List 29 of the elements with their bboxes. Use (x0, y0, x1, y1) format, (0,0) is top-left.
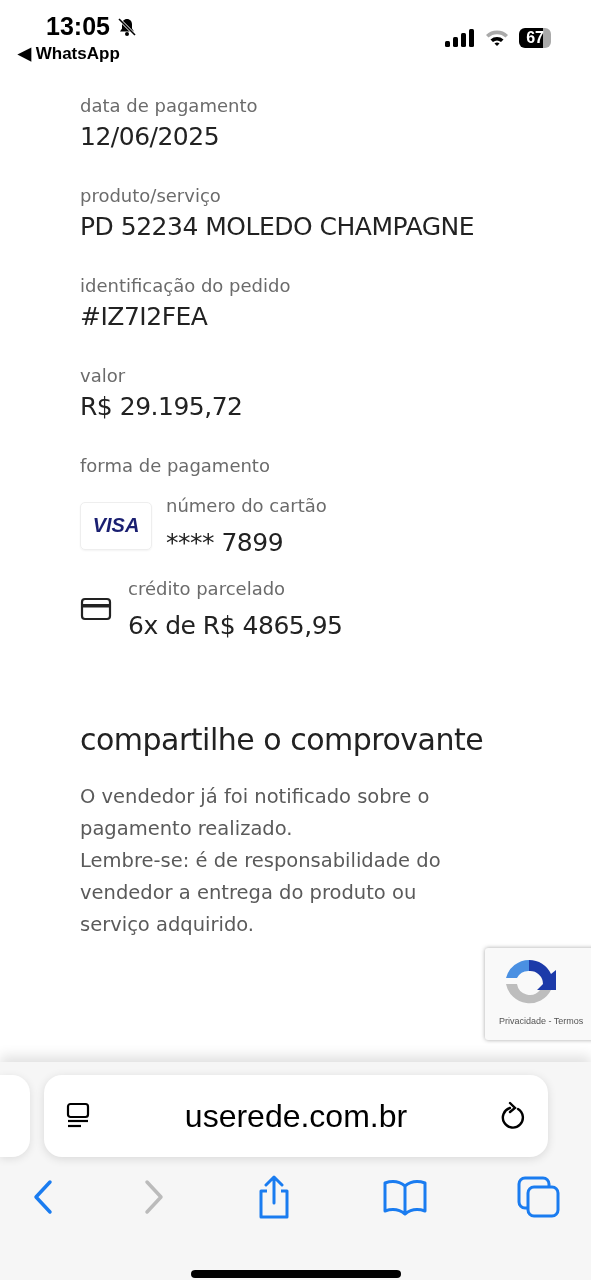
card-brand-logo: VISA (80, 501, 152, 550)
field-value: #IZ7I2FEA (80, 301, 209, 333)
info-paragraph: O vendedor já foi notificado sobre o pagamento realizado. (80, 784, 431, 842)
field-value: PD 52234 MOLEDO CHAMPAGNE (80, 211, 476, 243)
share-heading: compartilhe o comprovante (80, 722, 485, 757)
address-bar[interactable]: userede.com.br (44, 1075, 548, 1157)
url-text: userede.com.br (184, 1097, 408, 1135)
recaptcha-links[interactable]: Privacidade - Termos (499, 1016, 584, 1026)
field-value: 12/06/2025 (80, 121, 221, 153)
back-to-app-link[interactable]: ◀ WhatsApp (18, 43, 138, 64)
field-label: valor (80, 364, 127, 388)
status-time: 13:05 (46, 12, 110, 41)
wifi-icon (485, 29, 510, 47)
signal-icon (445, 29, 476, 47)
installment-value: 6x de R$ 4865,95 (128, 611, 343, 640)
muted-bell-icon (115, 15, 138, 38)
field-label: crédito parcelado (128, 577, 287, 601)
back-icon[interactable] (32, 1179, 54, 1215)
field-label: produto/serviço (80, 184, 222, 208)
tabs-icon[interactable] (517, 1176, 561, 1218)
field-value: R$ 29.195,72 (80, 391, 244, 423)
book-icon[interactable] (381, 1178, 428, 1216)
field-label: número do cartão (166, 494, 327, 518)
field-label: data de pagamento (80, 94, 259, 118)
credit-card-icon (80, 596, 112, 621)
card-number: **** 7899 (166, 528, 285, 557)
field-label: identificação do pedido (80, 274, 292, 298)
section-label: forma de pagamento (80, 454, 271, 478)
info-paragraph: Lembre-se: é de responsabilidade do vendedor a entrega do produto ou serviço adquirido. (80, 848, 442, 938)
